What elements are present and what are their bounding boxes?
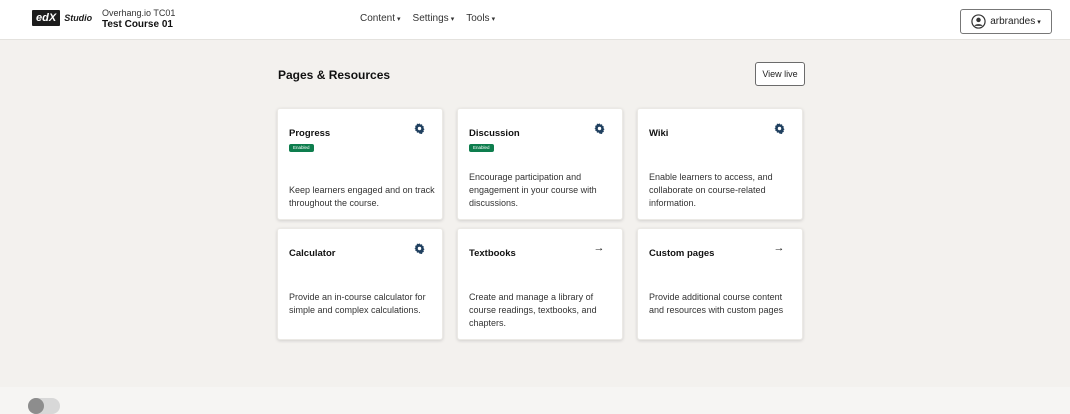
- card-title: Textbooks: [469, 248, 516, 259]
- view-live-button[interactable]: View live: [755, 62, 805, 86]
- nav-item-label: Settings: [412, 13, 449, 24]
- card-description: Enable learners to access, and collabora…: [649, 172, 773, 208]
- card-description: Provide additional course content and re…: [649, 292, 784, 315]
- card-title: Discussion: [469, 128, 520, 139]
- card-description: Keep learners engaged and on track throu…: [289, 185, 435, 208]
- card-custom-pages[interactable]: Custom pages → Provide additional course…: [637, 228, 803, 340]
- card-description: Encourage participation and engagement i…: [469, 172, 597, 208]
- gear-icon[interactable]: [413, 122, 425, 134]
- gear-icon[interactable]: [773, 122, 785, 134]
- card-description: Create and manage a library of course re…: [469, 292, 597, 328]
- card-discussion[interactable]: Discussion Enabled Encourage participati…: [457, 108, 623, 220]
- edx-studio-logo[interactable]: edX Studio: [32, 10, 92, 26]
- page-title: Pages & Resources: [278, 68, 391, 82]
- status-badge: Enabled: [289, 144, 314, 152]
- chevron-down-icon: ▾: [450, 16, 455, 23]
- status-badge: Enabled: [469, 144, 494, 152]
- nav-item-label: Content: [360, 13, 396, 24]
- course-info[interactable]: Overhang.io TC01 Test Course 01: [102, 8, 175, 30]
- nav-settings-menu[interactable]: Settings ▾: [413, 13, 455, 24]
- card-title: Custom pages: [649, 248, 715, 259]
- chevron-down-icon: ▾: [491, 16, 496, 23]
- card-title: Progress: [289, 128, 331, 139]
- card-wiki[interactable]: Wiki Enable learners to access, and coll…: [637, 108, 803, 220]
- course-org: Overhang.io TC01: [102, 8, 176, 18]
- edx-logo-mark: edX: [32, 10, 61, 26]
- gear-icon[interactable]: [593, 122, 605, 134]
- arrow-right-icon[interactable]: →: [593, 242, 605, 254]
- app-header: edX Studio Overhang.io TC01 Test Course …: [0, 0, 1070, 40]
- card-description: Provide an in-course calculator for simp…: [289, 292, 426, 315]
- gear-icon[interactable]: [413, 242, 425, 254]
- nav-tools-menu[interactable]: Tools ▾: [466, 13, 495, 24]
- course-name: Test Course 01: [102, 19, 173, 30]
- arrow-right-icon[interactable]: →: [773, 242, 785, 254]
- toggle-knob: [28, 398, 44, 414]
- nav-content-menu[interactable]: Content ▾: [360, 13, 401, 24]
- user-name: arbrandes: [990, 16, 1036, 27]
- chevron-down-icon: ▾: [1037, 18, 1041, 26]
- card-progress[interactable]: Progress Enabled Keep learners engaged a…: [277, 108, 443, 220]
- card-calculator[interactable]: Calculator Provide an in-course calculat…: [277, 228, 443, 340]
- user-circle-icon: [971, 14, 986, 29]
- nav-item-label: Tools: [466, 13, 490, 24]
- user-menu-button[interactable]: arbrandes ▾: [960, 9, 1052, 34]
- theme-toggle[interactable]: [28, 398, 60, 414]
- card-title: Wiki: [649, 128, 669, 139]
- chevron-down-icon: ▾: [397, 16, 401, 23]
- studio-logo-text: Studio: [64, 13, 93, 23]
- page-footer: [0, 387, 1070, 414]
- card-title: Calculator: [289, 248, 336, 259]
- card-textbooks[interactable]: Textbooks → Create and manage a library …: [457, 228, 623, 340]
- main-nav: Content ▾ Settings ▾ Tools ▾: [360, 13, 507, 24]
